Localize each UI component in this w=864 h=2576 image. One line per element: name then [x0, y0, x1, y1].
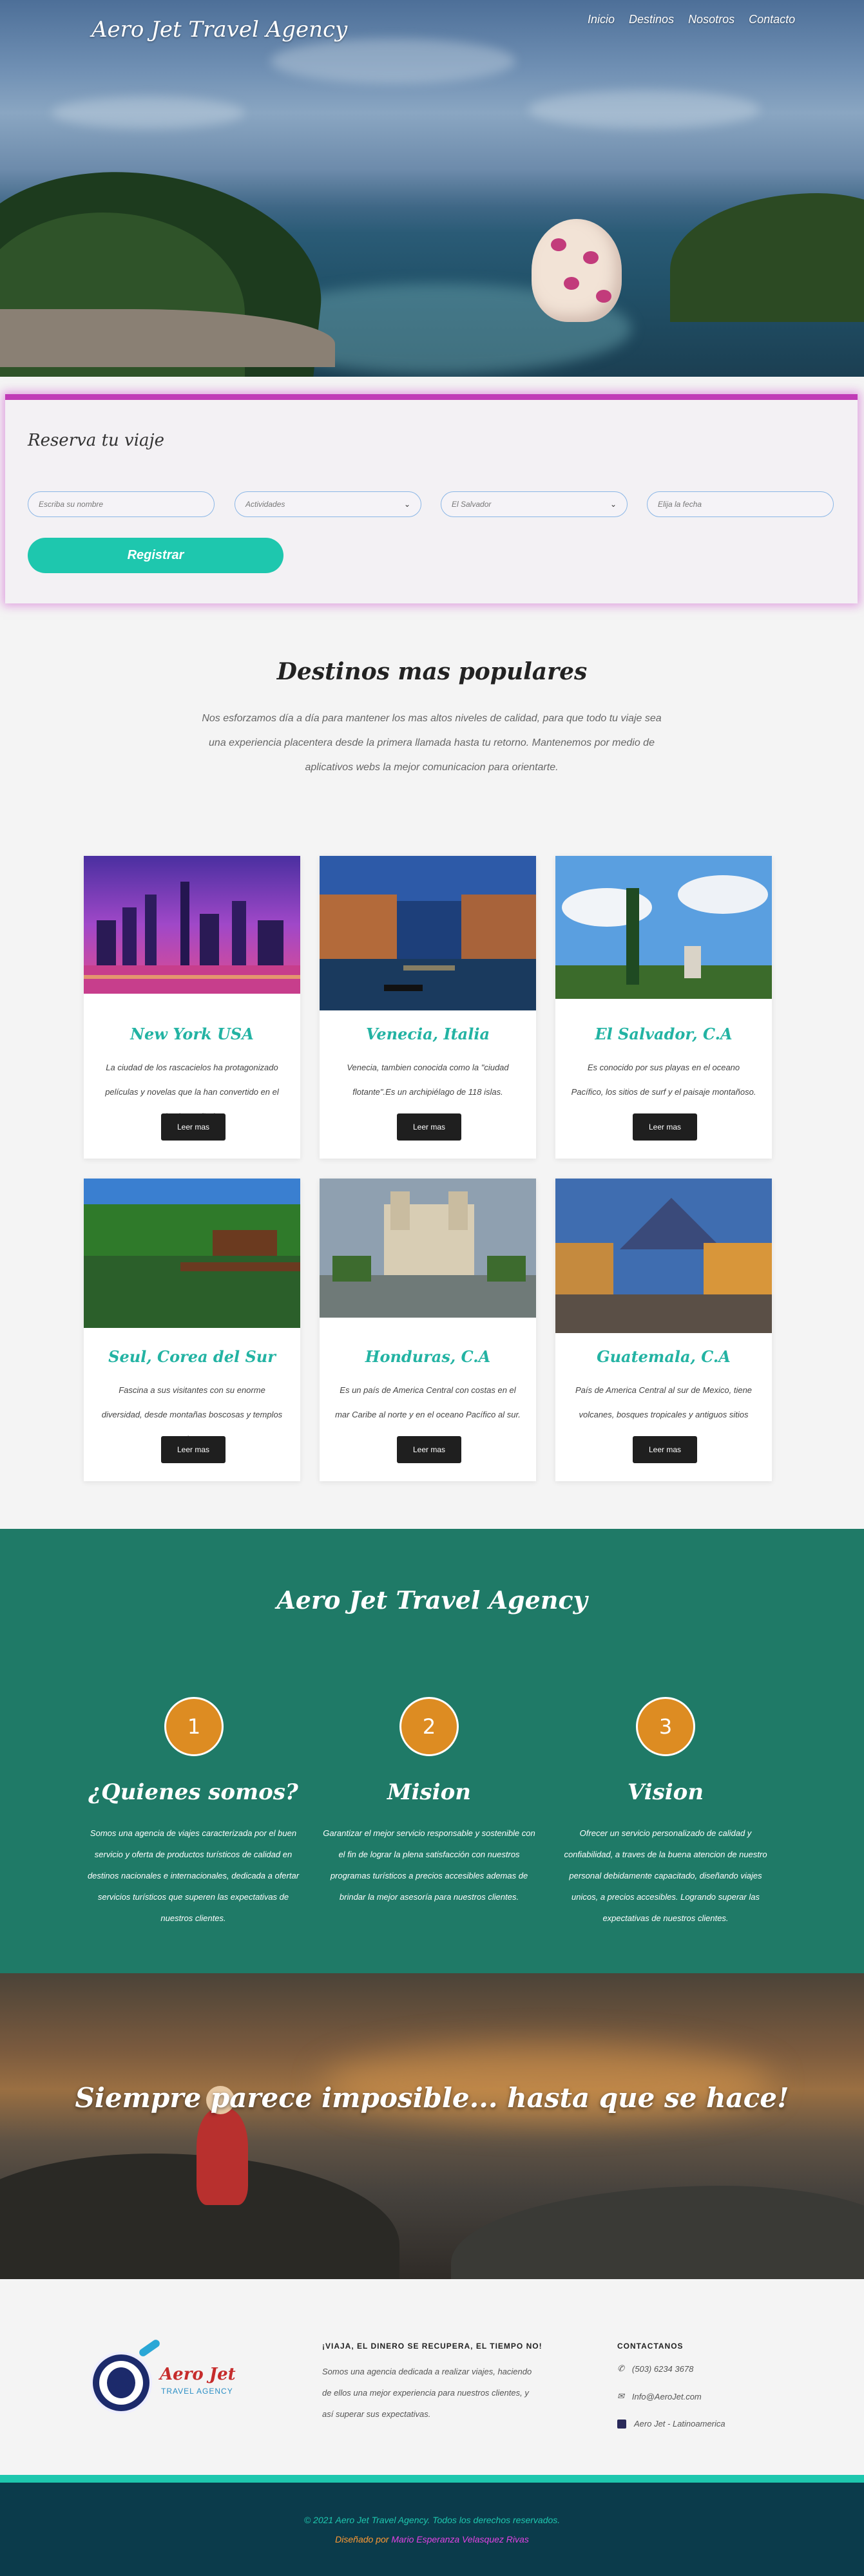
about-text: Somos una agencia de viajes caracterizad… [87, 1828, 300, 1923]
number-badge: 3 [636, 1697, 695, 1756]
mail-icon: ✉ [617, 2391, 624, 2401]
mission-heading: Mision [387, 1779, 471, 1805]
footer-text: Somos una agencia dedicada a realizar vi… [322, 2367, 532, 2419]
activities-select[interactable]: Actividades ⌄ [235, 491, 421, 517]
country-value: El Salvador [452, 500, 492, 509]
chevron-down-icon: ⌄ [403, 500, 410, 509]
card-title: Venecia, Italia [365, 1025, 490, 1043]
hill [670, 193, 864, 322]
destination-card: Venecia, Italia Venecia, tambien conocid… [320, 856, 536, 1159]
destination-card: Seul, Corea del Sur Fascina a sus visita… [84, 1179, 300, 1481]
read-more-button[interactable]: Leer mas [397, 1113, 461, 1141]
destination-card: New York USA La ciudad de los rascacielo… [84, 856, 300, 1159]
mission-text: Garantizar el mejor servicio responsable… [323, 1828, 535, 1902]
card-title: Guatemala, C.A [597, 1347, 731, 1366]
number-badge: 1 [164, 1697, 224, 1756]
card-title: New York USA [130, 1025, 254, 1043]
facebook-text: Aero Jet - Latinoamerica [634, 2419, 725, 2429]
honduras-image [320, 1179, 536, 1318]
mountain [451, 2186, 864, 2279]
copyright: © 2021 Aero Jet Travel Agency. Todos los… [303, 2515, 561, 2525]
new-york-image [84, 856, 300, 994]
phone-icon: ✆ [617, 2363, 624, 2373]
nav-contacto[interactable]: Contacto [749, 13, 795, 26]
destination-card: Guatemala, C.A País de America Central a… [555, 1179, 772, 1481]
read-more-button[interactable]: Leer mas [633, 1113, 697, 1141]
contact-email[interactable]: ✉ Info@AeroJet.com [617, 2391, 702, 2401]
date-placeholder: Elija la fecha [658, 500, 702, 509]
number-badge: 2 [399, 1697, 459, 1756]
cloud [52, 97, 245, 129]
about-heading: ¿Quienes somos? [88, 1779, 298, 1805]
phone-text: (503) 6234 3678 [631, 2363, 694, 2374]
card-description: Venecia, tambien conocida como la "ciuda… [347, 1063, 509, 1097]
sun-hat [532, 219, 622, 322]
vision-text: Ofrecer un servicio personalizado de cal… [564, 1828, 767, 1923]
name-placeholder: Escriba su nombre [39, 500, 104, 509]
popular-title: Destinos mas populares [276, 658, 588, 685]
designed-by-label: Diseñado por [335, 2534, 389, 2544]
facebook-icon [617, 2419, 626, 2429]
footer-edge [0, 2475, 864, 2483]
vision-heading: Vision [627, 1779, 704, 1805]
author-link[interactable]: Mario Esperanza Velasquez Rivas [391, 2534, 528, 2544]
cloud [528, 90, 760, 129]
footer-logo-name: Aero Jet [160, 2365, 236, 2384]
destination-card: El Salvador, C.A Es conocido por sus pla… [555, 856, 772, 1159]
footer-bottom [0, 2475, 864, 2576]
read-more-button[interactable]: Leer mas [161, 1436, 226, 1463]
chevron-down-icon: ⌄ [610, 500, 617, 509]
nav-nosotros[interactable]: Nosotros [688, 13, 734, 26]
read-more-button[interactable]: Leer mas [397, 1436, 461, 1463]
booking-title: Reserva tu viaje [28, 431, 164, 450]
popular-description: Nos esforzamos día a día para mantener l… [202, 713, 662, 773]
nav-inicio[interactable]: Inicio [588, 13, 615, 26]
seul-image [84, 1179, 300, 1328]
contact-facebook[interactable]: Aero Jet - Latinoamerica [617, 2419, 725, 2429]
contact-heading: CONTACTANOS [617, 2342, 684, 2351]
quote-banner [0, 1973, 864, 2279]
nav-destinos[interactable]: Destinos [629, 13, 674, 26]
quote-text: Siempre parece imposible... hasta que se… [75, 2082, 789, 2114]
main-nav: Inicio Destinos Nosotros Contacto [588, 13, 795, 26]
card-title: Seul, Corea del Sur [108, 1347, 276, 1366]
country-select[interactable]: El Salvador ⌄ [441, 491, 628, 517]
card-title: Honduras, C.A [365, 1347, 491, 1366]
contact-phone[interactable]: ✆ (503) 6234 3678 [617, 2363, 693, 2374]
venecia-image [320, 856, 536, 1010]
el-salvador-image [555, 856, 772, 999]
guatemala-image [555, 1179, 772, 1333]
email-text: Info@AeroJet.com [631, 2391, 702, 2401]
destination-card: Honduras, C.A Es un país de America Cent… [320, 1179, 536, 1481]
card-description: Es un país de America Central con costas… [335, 1385, 521, 1419]
card-description: Es conocido por sus playas en el oceano … [571, 1063, 756, 1097]
site-logo[interactable]: Aero Jet Travel Agency [91, 17, 347, 43]
register-button[interactable]: Registrar [28, 538, 283, 573]
designed-by: Diseñado por Mario Esperanza Velasquez R… [0, 2534, 864, 2544]
name-input[interactable]: Escriba su nombre [28, 491, 215, 517]
footer-logo-sub: TRAVEL AGENCY [161, 2387, 233, 2396]
footer-heading: ¡VIAJA, EL DINERO SE RECUPERA, EL TIEMPO… [322, 2342, 542, 2351]
read-more-button[interactable]: Leer mas [161, 1113, 226, 1141]
globe-logo-icon [90, 2352, 152, 2414]
date-input[interactable]: Elija la fecha [647, 491, 834, 517]
read-more-button[interactable]: Leer mas [633, 1436, 697, 1463]
about-title: Aero Jet Travel Agency [276, 1586, 588, 1615]
activities-value: Actividades [245, 500, 285, 509]
cloud [271, 39, 515, 84]
card-title: El Salvador, C.A [595, 1025, 733, 1043]
booking-form: Reserva tu viaje Escriba su nombre Activ… [5, 394, 858, 603]
hero-banner [0, 0, 864, 377]
hiker [197, 2108, 248, 2205]
